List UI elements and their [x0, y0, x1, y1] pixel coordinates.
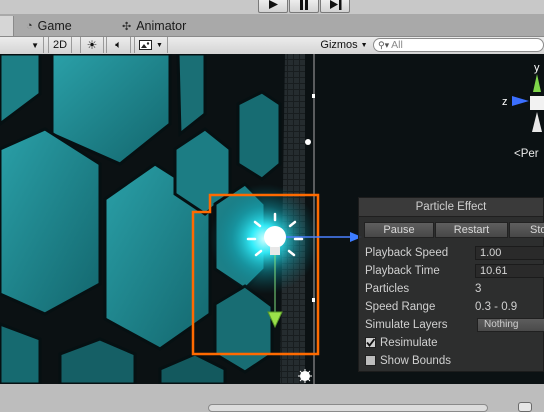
playback-time-label: Playback Time	[365, 265, 440, 277]
gizmo-z-label: z	[502, 96, 508, 108]
chevron-down-icon: ▼	[156, 41, 163, 49]
effects-dropdown[interactable]: ▼	[134, 37, 168, 53]
speaker-icon: 🔈︎	[115, 38, 122, 51]
chevron-left-icon: <	[514, 148, 521, 160]
gizmo-y-label: y	[534, 62, 540, 74]
playback-time-field[interactable]: 10.61	[475, 264, 544, 278]
lighting-toggle[interactable]: ☀	[80, 37, 104, 53]
panel-title: Particle Effect	[359, 198, 543, 217]
perspective-text: Per	[520, 148, 539, 160]
stop-button[interactable]: Stop	[509, 222, 544, 238]
pause-button[interactable]	[289, 0, 319, 13]
particles-value: 3	[475, 283, 482, 295]
pause-button[interactable]: Pause	[364, 222, 434, 238]
simulate-layers-row: Simulate Layers Nothing	[365, 317, 544, 335]
simulate-layers-label: Simulate Layers	[365, 319, 448, 331]
play-icon	[269, 0, 278, 9]
tab-bar	[0, 14, 544, 37]
sun-icon: ☀	[86, 38, 98, 52]
restart-button[interactable]: Restart	[435, 222, 508, 238]
show-bounds-label: Show Bounds	[380, 355, 451, 367]
animator-icon: ✣	[122, 20, 132, 33]
particles-label: Particles	[365, 283, 410, 295]
search-icon: ⚲▾	[378, 39, 390, 50]
tab-scene-edge[interactable]	[0, 16, 14, 36]
checkmark-icon	[366, 338, 375, 347]
audio-toggle[interactable]: 🔈︎	[106, 37, 131, 53]
search-placeholder: All	[391, 39, 403, 51]
simulate-layers-dropdown[interactable]: Nothing	[477, 318, 544, 332]
speed-range-value: 0.3 - 0.9	[475, 301, 518, 313]
resimulate-row: Resimulate	[365, 335, 544, 353]
show-bounds-checkbox[interactable]	[365, 355, 376, 366]
tab-animator[interactable]: ✣ Animator	[122, 16, 186, 36]
pause-icon	[300, 0, 308, 10]
scroll-handle[interactable]	[518, 402, 532, 412]
playback-speed-row: Playback Speed 1.00	[365, 245, 544, 263]
image-icon	[139, 39, 153, 50]
particles-row: Particles 3	[365, 281, 544, 299]
mode-2d-label: 2D	[52, 39, 68, 51]
step-button[interactable]	[320, 0, 350, 13]
mode-2d-toggle[interactable]: 2D	[48, 37, 72, 53]
speed-range-label: Speed Range	[365, 301, 436, 313]
play-button[interactable]	[258, 0, 288, 13]
chevron-down-icon: ▼	[31, 40, 39, 50]
playback-speed-field[interactable]: 1.00	[475, 246, 544, 260]
draw-mode-dropdown[interactable]: ▼	[0, 37, 44, 53]
show-bounds-row: Show Bounds	[365, 353, 544, 371]
search-input[interactable]: ⚲▾ All	[373, 38, 544, 52]
tab-game[interactable]: ◔ Game	[26, 16, 72, 36]
perspective-label[interactable]: <Per	[514, 148, 539, 160]
game-icon: ◔	[26, 20, 33, 32]
tab-game-label: Game	[37, 19, 72, 33]
resimulate-checkbox[interactable]	[365, 337, 376, 348]
tab-animator-label: Animator	[136, 19, 187, 33]
particle-effect-panel: Particle Effect Pause Restart Stop Playb…	[358, 197, 544, 372]
step-icon	[329, 0, 341, 10]
resimulate-label: Resimulate	[380, 337, 438, 349]
gizmos-label: Gizmos	[320, 39, 358, 51]
gizmos-dropdown[interactable]: Gizmos ▼	[316, 37, 372, 53]
playback-time-row: Playback Time 10.61	[365, 263, 544, 281]
playback-speed-label: Playback Speed	[365, 247, 449, 259]
horizontal-scrollbar[interactable]	[208, 404, 488, 412]
chevron-down-icon: ▼	[360, 41, 368, 49]
speed-range-row: Speed Range 0.3 - 0.9	[365, 299, 544, 317]
